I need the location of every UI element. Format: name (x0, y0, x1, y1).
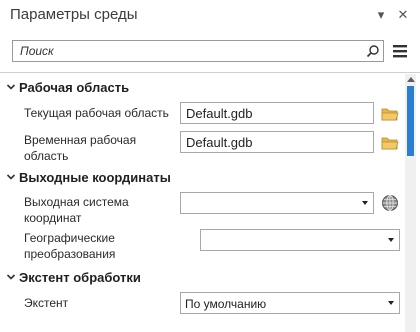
search-input[interactable]: Поиск (12, 40, 384, 62)
scratch-workspace-label: Временная рабочая область (24, 133, 137, 163)
group-label: Экстент обработки (19, 270, 141, 285)
group-workspace[interactable]: Рабочая область (0, 78, 404, 98)
menu-icon[interactable] (392, 43, 408, 59)
output-coordinate-system-label: Выходная система координат (24, 195, 129, 225)
group-processing-extent[interactable]: Экстент обработки (0, 268, 404, 288)
chevron-down-icon[interactable] (6, 272, 16, 282)
chevron-down-icon[interactable] (6, 172, 16, 182)
vertical-scrollbar[interactable] (405, 74, 416, 332)
header-divider (0, 72, 420, 73)
scroll-up-arrow-icon[interactable] (407, 77, 415, 82)
output-coordinate-system-dropdown[interactable] (180, 192, 374, 214)
dropdown-arrow-icon (362, 201, 368, 205)
chevron-down-icon[interactable] (6, 82, 16, 92)
geographic-transformations-dropdown[interactable] (200, 229, 400, 251)
group-label: Рабочая область (19, 80, 130, 95)
globe-icon[interactable] (381, 194, 399, 212)
geographic-transformations-label: Географические преобразования (24, 231, 116, 261)
pane-options-dropdown-button[interactable]: ▾ (372, 6, 390, 24)
environment-list: Рабочая область Текущая рабочая область … (0, 74, 404, 332)
scratch-workspace-field[interactable]: Default.gdb (180, 131, 374, 153)
current-workspace-label: Текущая рабочая область (24, 106, 169, 120)
pane-title: Параметры среды (10, 6, 138, 23)
scrollbar-thumb[interactable] (407, 86, 414, 156)
dropdown-arrow-icon (388, 301, 394, 305)
folder-icon[interactable] (381, 107, 399, 121)
dropdown-arrow-icon (388, 238, 394, 242)
current-workspace-field[interactable]: Default.gdb (180, 102, 374, 124)
group-output-coordinates[interactable]: Выходные координаты (0, 168, 404, 188)
search-placeholder: Поиск (20, 44, 54, 58)
extent-dropdown[interactable]: По умолчанию (180, 292, 400, 314)
group-label: Выходные координаты (19, 170, 171, 185)
search-icon[interactable] (366, 44, 380, 58)
extent-label: Экстент (24, 296, 69, 310)
folder-icon[interactable] (381, 136, 399, 150)
close-pane-button[interactable]: ✕ (394, 6, 412, 24)
pane-titlebar: Параметры среды ▾ ✕ (0, 0, 420, 32)
environments-pane: Параметры среды ▾ ✕ Поиск Рабочая област… (0, 0, 420, 332)
dropdown-value: По умолчанию (185, 297, 267, 311)
